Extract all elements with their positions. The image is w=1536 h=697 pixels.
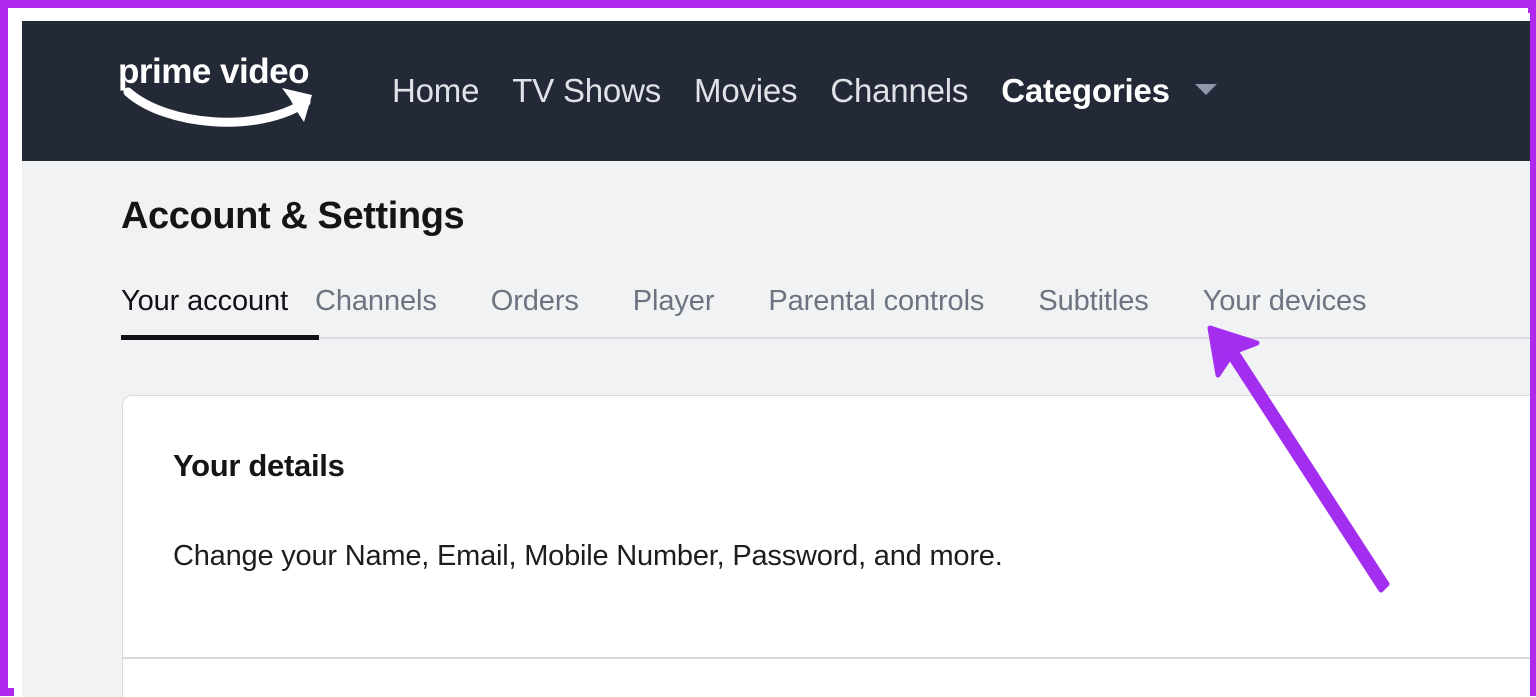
nav-link-categories[interactable]: Categories — [1001, 71, 1217, 111]
nav-link-channels[interactable]: Channels — [830, 71, 968, 111]
account-settings-page: Account & Settings Your account Channels… — [22, 161, 1530, 697]
navbar-links: Home TV Shows Movies Channels Categories — [392, 71, 1217, 111]
chevron-down-icon[interactable] — [1194, 83, 1217, 95]
nav-link-home[interactable]: Home — [392, 71, 479, 111]
section-description-your-details[interactable]: Change your Name, Email, Mobile Number, … — [173, 540, 1003, 573]
tab-bar-rule — [121, 337, 1530, 339]
tab-channels[interactable]: Channels — [288, 283, 464, 339]
tab-player[interactable]: Player — [606, 283, 742, 339]
nav-link-tv-shows[interactable]: TV Shows — [512, 71, 661, 111]
section-title-your-details: Your details — [173, 448, 345, 483]
settings-tab-bar: Your account Channels Orders Player Pare… — [121, 283, 1393, 339]
amazon-smile-icon — [123, 87, 312, 127]
nav-link-movies[interactable]: Movies — [694, 71, 798, 111]
card-section-divider — [123, 657, 1530, 659]
tab-your-account[interactable]: Your account — [121, 283, 288, 339]
prime-video-logo[interactable]: prime video — [118, 50, 350, 132]
page-title: Account & Settings — [121, 195, 465, 237]
screenshot-content: prime video Home TV Shows Movies Channel… — [14, 13, 1530, 697]
tab-orders[interactable]: Orders — [464, 283, 606, 339]
active-tab-indicator — [121, 335, 319, 340]
settings-card: Your details Change your Name, Email, Mo… — [122, 395, 1530, 697]
primary-navbar: prime video Home TV Shows Movies Channel… — [22, 21, 1530, 161]
tab-your-devices[interactable]: Your devices — [1176, 283, 1394, 339]
tab-parental-controls[interactable]: Parental controls — [741, 283, 1011, 339]
annotated-screenshot-frame: prime video Home TV Shows Movies Channel… — [0, 0, 1536, 697]
nav-link-categories-label: Categories — [1001, 72, 1170, 109]
tab-subtitles[interactable]: Subtitles — [1011, 283, 1175, 339]
